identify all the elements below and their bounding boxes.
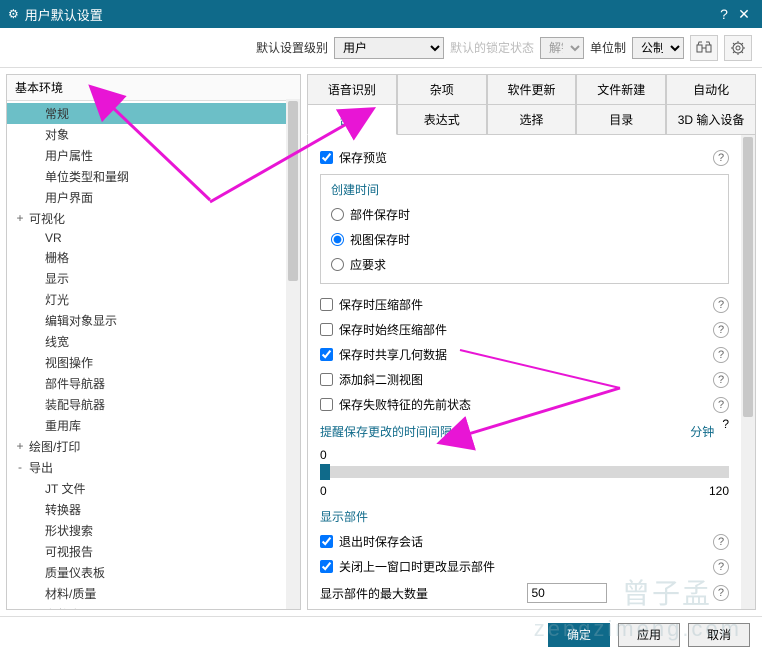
ok-button[interactable]: 确定 [548,623,610,647]
tab[interactable]: 表达式 [397,104,487,135]
always-compress-checkbox[interactable] [320,323,333,336]
tree-item[interactable]: 栅格 [7,247,300,268]
radio-view-save[interactable] [331,233,344,246]
content-scrollbar[interactable] [741,135,755,609]
slider-track[interactable] [320,466,729,478]
tree-item[interactable]: -导出 [7,457,300,478]
binoculars-icon[interactable] [690,35,718,61]
tab[interactable]: 语音识别 [307,74,397,104]
tree-item[interactable]: 显示 [7,268,300,289]
group-title: 创建时间 [331,181,718,198]
save-preview-label: 保存预览 [339,149,387,166]
scrollbar-thumb[interactable] [288,101,298,281]
help-icon[interactable]: ? [713,347,729,363]
tabs-row-1: 语音识别杂项软件更新文件新建自动化 [307,74,756,104]
settings-icon[interactable] [724,35,752,61]
titlebar: ⚙ 用户默认设置 ? ✕ [0,0,762,28]
tab[interactable]: 目录 [576,104,666,135]
slider-row: 0 0120 [320,444,743,502]
tree-item[interactable]: 转换器 [7,499,300,520]
tab[interactable]: 3D 输入设备 [666,104,756,135]
help-icon[interactable]: ? [713,585,729,601]
help-icon[interactable]: ? [713,559,729,575]
level-select[interactable]: 用户 [334,37,444,59]
lock-select[interactable]: 解锁 [540,37,584,59]
tree-item[interactable]: 用户界面 [7,187,300,208]
save-preview-row: 保存预览 ? [320,145,743,170]
window-title: 用户默认设置 [25,5,714,24]
help-icon[interactable]: ? [713,322,729,338]
tree-item[interactable]: 可视报告 [7,541,300,562]
help-icon[interactable]: ? [713,372,729,388]
tab[interactable]: 文件新建 [576,74,666,104]
remind-interval-header: 提醒保存更改的时间间隔 分钟 ? [320,417,743,444]
tree-item[interactable]: +可视化 [7,208,300,229]
tree-item[interactable]: 形状搜索 [7,520,300,541]
share-geom-checkbox[interactable] [320,348,333,361]
right-panel: 语音识别杂项软件更新文件新建自动化 部件表达式选择目录3D 输入设备 保存预览 … [307,74,756,610]
tree-item[interactable]: +绘图/打印 [7,436,300,457]
save-fail-checkbox[interactable] [320,398,333,411]
level-label: 默认设置级别 [256,39,328,56]
tree-header: 基本环境 [7,75,300,101]
tabs-row-2: 部件表达式选择目录3D 输入设备 [307,104,756,135]
tree-item[interactable]: 参数库 [7,604,300,609]
tree-panel: 基本环境 常规对象用户属性单位类型和量纲用户界面+可视化VR栅格显示灯光编辑对象… [6,74,301,610]
tree-item[interactable]: 常规 [7,103,300,124]
help-icon[interactable]: ? [722,417,729,444]
tree-item[interactable]: 部件导航器 [7,373,300,394]
tree-item[interactable]: JT 文件 [7,478,300,499]
unit-label: 单位制 [590,39,626,56]
tree[interactable]: 常规对象用户属性单位类型和量纲用户界面+可视化VR栅格显示灯光编辑对象显示线宽视… [7,101,300,609]
tab[interactable]: 杂项 [397,74,487,104]
help-button[interactable]: ? [714,6,734,22]
tree-item[interactable]: 装配导航器 [7,394,300,415]
close-button[interactable]: ✕ [734,6,754,23]
help-icon[interactable]: ? [713,297,729,313]
tree-item[interactable]: VR [7,229,300,247]
tree-item[interactable]: 灯光 [7,289,300,310]
tree-item[interactable]: 材料/质量 [7,583,300,604]
compress-checkbox[interactable] [320,298,333,311]
tab[interactable]: 软件更新 [487,74,577,104]
tree-item[interactable]: 视图操作 [7,352,300,373]
slider-thumb[interactable] [320,464,330,480]
tab[interactable]: 部件 [307,104,397,135]
add-iso-checkbox[interactable] [320,373,333,386]
create-time-group: 创建时间 部件保存时 视图保存时 应要求 [320,174,729,284]
apply-button[interactable]: 应用 [618,623,680,647]
tree-scrollbar[interactable] [286,99,300,609]
toolbar: 默认设置级别 用户 默认的锁定状态 解锁 单位制 公制 [0,28,762,68]
tab[interactable]: 自动化 [666,74,756,104]
slider-value: 0 [320,448,729,462]
tree-item[interactable]: 重用库 [7,415,300,436]
display-parts-title: 显示部件 [320,502,743,529]
tree-item[interactable]: 线宽 [7,331,300,352]
cancel-button[interactable]: 取消 [688,623,750,647]
tree-item[interactable]: 单位类型和量纲 [7,166,300,187]
unit-select[interactable]: 公制 [632,37,684,59]
save-session-checkbox[interactable] [320,535,333,548]
footer: 确定 应用 取消 [0,616,762,652]
lock-state-label: 默认的锁定状态 [450,39,534,56]
radio-part-save[interactable] [331,208,344,221]
main-area: 基本环境 常规对象用户属性单位类型和量纲用户界面+可视化VR栅格显示灯光编辑对象… [0,68,762,616]
help-icon[interactable]: ? [713,397,729,413]
max-parts-input[interactable] [527,583,607,603]
save-preview-checkbox[interactable] [320,151,333,164]
gear-icon: ⚙ [8,7,19,21]
tab[interactable]: 选择 [487,104,577,135]
radio-on-demand[interactable] [331,258,344,271]
max-parts-row: 显示部件的最大数量 ? [320,579,743,607]
tree-item[interactable]: 编辑对象显示 [7,310,300,331]
help-icon[interactable]: ? [713,150,729,166]
tree-item[interactable]: 质量仪表板 [7,562,300,583]
help-icon[interactable]: ? [713,534,729,550]
tree-item[interactable]: 用户属性 [7,145,300,166]
close-prev-checkbox[interactable] [320,560,333,573]
tree-item[interactable]: 对象 [7,124,300,145]
scrollbar-thumb[interactable] [743,137,753,417]
tab-content: 保存预览 ? 创建时间 部件保存时 视图保存时 应要求 保存时压缩部件? 保存时… [307,134,756,610]
